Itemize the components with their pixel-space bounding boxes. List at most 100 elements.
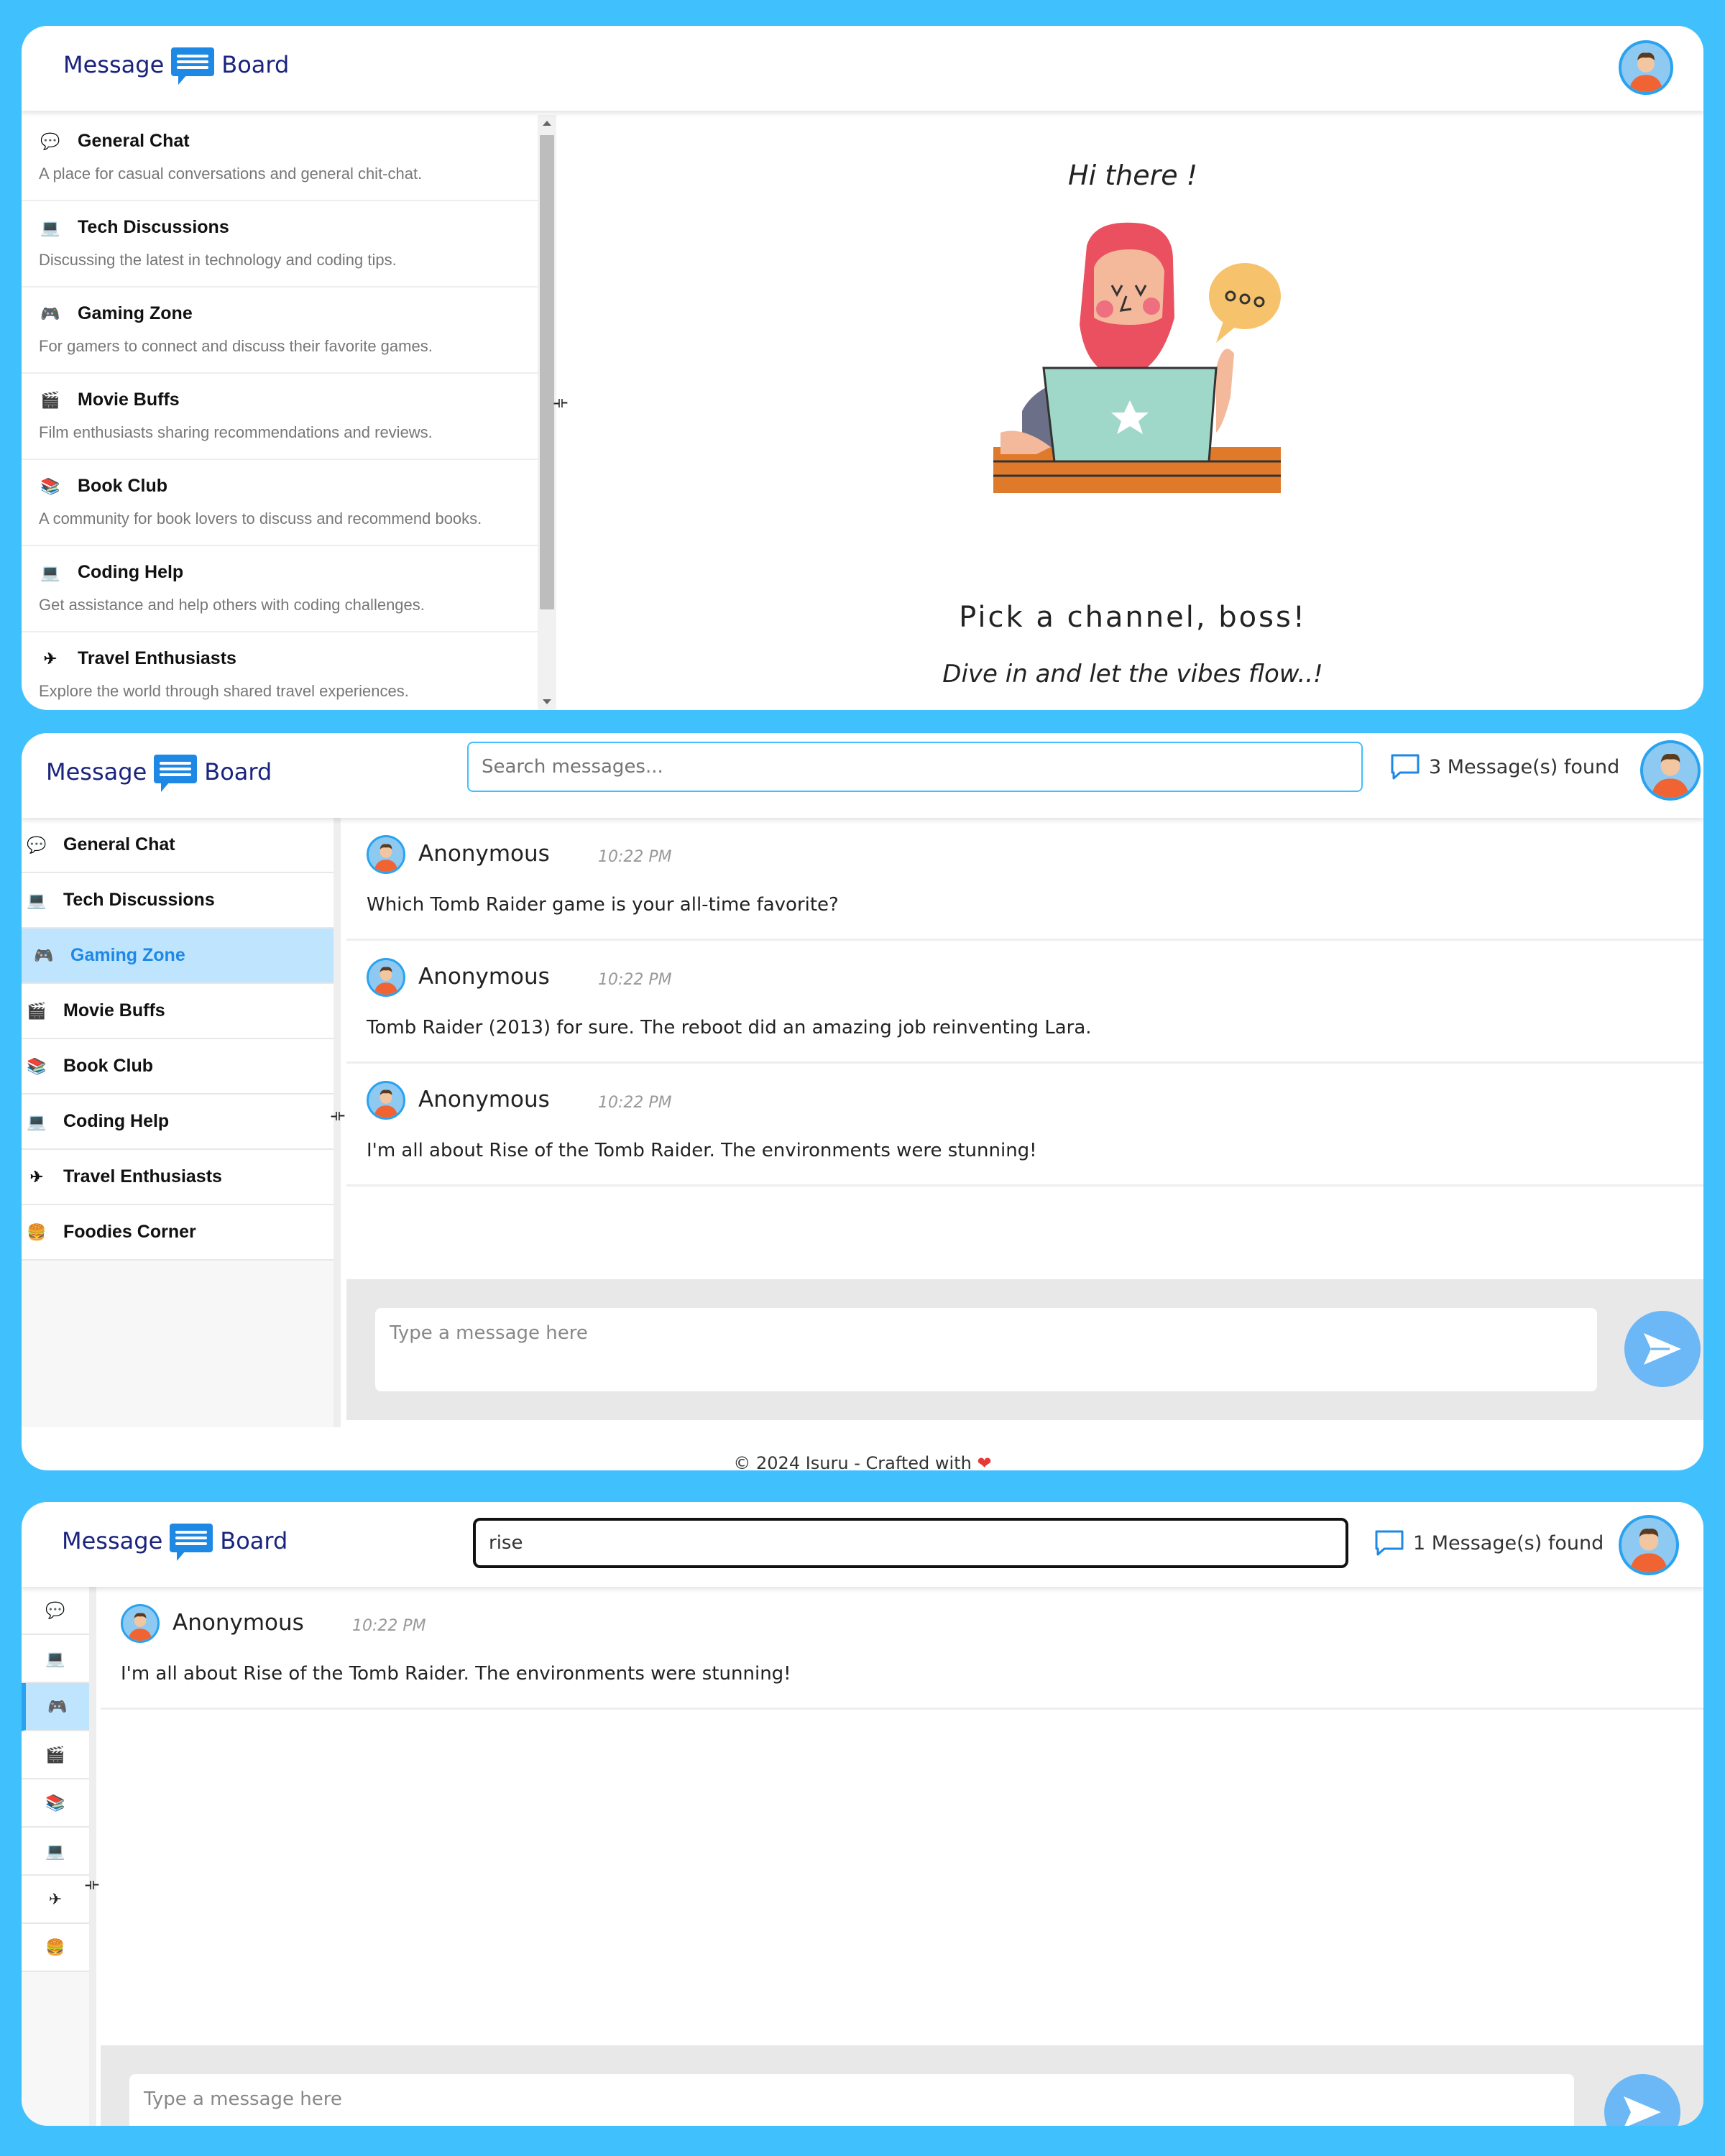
sidebar-item-tech-discussions[interactable]: 💻 Tech Discussions: [22, 873, 334, 929]
message-item: Anonymous 10:22 PM I'm all about Rise of t…: [101, 1587, 1703, 1710]
books-icon: 📚: [27, 1056, 47, 1075]
welcome-area: Hi there ! Pick a channel, boss! Dive in…: [562, 115, 1703, 710]
sidebar-icon-gaming-zone[interactable]: 🎮: [22, 1683, 89, 1731]
sidebar-item-movie-buffs[interactable]: 🎬 Movie Buffs: [22, 984, 334, 1039]
channel-item-tech-discussions[interactable]: 💻 Tech Discussions Discussing the latest i…: [22, 201, 538, 287]
sidebar-item-coding-help[interactable]: 💻 Coding Help: [22, 1095, 334, 1150]
sidebar-icon-tech-discussions[interactable]: 💻: [22, 1635, 89, 1683]
message-avatar[interactable]: [121, 1604, 160, 1643]
user-avatar[interactable]: [1619, 40, 1673, 95]
channel-item-general-chat[interactable]: 💬 General Chat A place for casual conversa…: [22, 115, 538, 201]
app-logo[interactable]: Message Board: [62, 1524, 288, 1561]
computer-icon: 💻: [40, 218, 60, 236]
channel-list: 💬 General Chat A place for casual conversa…: [22, 115, 538, 710]
channel-item-coding-help[interactable]: 💻 Coding Help Get assistance and help othe…: [22, 546, 538, 632]
message-time: 10:22 PM: [598, 1094, 672, 1112]
channel-title: 🎮 Gaming Zone: [39, 303, 538, 324]
computer-icon: 💻: [27, 890, 47, 909]
message-time: 10:22 PM: [598, 971, 672, 989]
collapsed-channel-sidebar: 💬 💻 🎮 🎬 📚 💻 ✈ 🍔: [22, 1587, 96, 2126]
channel-name: Coding Help: [78, 562, 184, 582]
sidebar-item-travel-enthusiasts[interactable]: ✈ Travel Enthusiasts: [22, 1150, 334, 1205]
search-result-count: 1 Message(s) found: [1374, 1529, 1604, 1557]
channel-view: Message Board 3 Message(s) found 💬 Genera…: [22, 733, 1703, 1470]
books-icon: 📚: [45, 1793, 65, 1812]
channel-title: 📚 Book Club: [39, 476, 538, 497]
message-board-logo-icon: [170, 1524, 213, 1561]
computer-icon: 💻: [45, 1649, 65, 1667]
send-button[interactable]: [1604, 2074, 1680, 2126]
user-avatar[interactable]: [1640, 740, 1701, 801]
channel-name: General Chat: [63, 834, 175, 854]
welcome-view: Message Board 💬 General Chat A place for c…: [22, 26, 1703, 710]
channel-description: Discussing the latest in technology and …: [39, 251, 397, 269]
message-avatar[interactable]: [367, 835, 405, 874]
channel-item-book-club[interactable]: 📚 Book Club A community for book lovers to…: [22, 460, 538, 546]
message-author: Anonymous: [172, 1610, 304, 1636]
channel-item-travel-enthusiasts[interactable]: ✈ Travel Enthusiasts Explore the world thr…: [22, 632, 538, 710]
sidebar-icon-book-club[interactable]: 📚: [22, 1779, 89, 1828]
message-input[interactable]: Type a message here: [129, 2074, 1574, 2126]
message-time: 10:22 PM: [598, 848, 672, 866]
sidebar-item-foodies-corner[interactable]: 🍔 Foodies Corner: [22, 1205, 334, 1261]
logo-text-right: Board: [221, 51, 290, 78]
scroll-up-arrow-icon[interactable]: [543, 121, 551, 126]
channel-name: Book Club: [63, 1056, 153, 1076]
clapperboard-icon: 🎬: [40, 390, 60, 409]
sidebar-item-general-chat[interactable]: 💬 General Chat: [22, 818, 334, 873]
message-text: I'm all about Rise of the Tomb Raider. T…: [121, 1663, 791, 1685]
sidebar-item-book-club[interactable]: 📚 Book Club: [22, 1039, 334, 1095]
speech-bubble-icon: 💬: [27, 835, 47, 854]
sidebar-icon-movie-buffs[interactable]: 🎬: [22, 1731, 89, 1779]
channel-name: Tech Discussions: [63, 890, 215, 910]
channel-description: Explore the world through shared travel …: [39, 682, 409, 700]
airplane-icon: ✈: [48, 1889, 63, 1908]
channel-name: General Chat: [78, 131, 190, 151]
channel-name: Movie Buffs: [63, 1000, 165, 1021]
channel-description: A place for casual conversations and gen…: [39, 165, 423, 183]
channel-list-scrollbar[interactable]: [538, 115, 556, 710]
channel-title: 💻 Coding Help: [39, 562, 538, 583]
send-icon: [1624, 2096, 1661, 2126]
scroll-down-arrow-icon[interactable]: [543, 699, 551, 704]
sidebar-item-gaming-zone[interactable]: 🎮 Gaming Zone: [22, 929, 334, 984]
channel-name: Tech Discussions: [78, 217, 229, 237]
logo-text-right: Board: [220, 1527, 288, 1554]
airplane-icon: ✈: [29, 1167, 44, 1186]
message-avatar[interactable]: [367, 958, 405, 997]
message-time: 10:22 PM: [352, 1617, 426, 1635]
chat-bubble-icon: [1375, 1530, 1404, 1556]
channel-item-movie-buffs[interactable]: 🎬 Movie Buffs Film enthusiasts sharing rec…: [22, 374, 538, 460]
footer-text: © 2024 Isuru - Crafted with: [733, 1453, 972, 1470]
message-avatar[interactable]: [367, 1081, 405, 1120]
search-input[interactable]: [473, 1518, 1348, 1568]
sidebar-icon-foodies-corner[interactable]: 🍔: [22, 1924, 89, 1972]
found-count-text: 3 Message(s) found: [1429, 755, 1620, 778]
message-input[interactable]: Type a message here: [375, 1308, 1597, 1391]
channel-name: Gaming Zone: [70, 945, 185, 965]
channel-sidebar: 💬 General Chat 💻 Tech Discussions 🎮 Gaming Zo…: [22, 818, 341, 1427]
sidebar-icon-general-chat[interactable]: 💬: [22, 1587, 89, 1635]
channel-description: Get assistance and help others with codi…: [39, 596, 425, 614]
computer-icon: 💻: [45, 1841, 65, 1860]
app-header: Message Board 1 Message(s) found: [22, 1502, 1703, 1587]
message-board-logo-icon: [171, 47, 215, 85]
sidebar-icon-travel-enthusiasts[interactable]: ✈: [22, 1876, 89, 1924]
resize-handle-icon[interactable]: ⟛: [331, 1107, 345, 1125]
channel-item-gaming-zone[interactable]: 🎮 Gaming Zone For gamers to connect and di…: [22, 287, 538, 374]
user-avatar[interactable]: [1619, 1515, 1679, 1575]
search-input[interactable]: [467, 742, 1363, 792]
airplane-icon: ✈: [43, 649, 58, 668]
channel-name: Foodies Corner: [63, 1222, 196, 1242]
computer-icon: 💻: [27, 1112, 47, 1130]
sidebar-icon-coding-help[interactable]: 💻: [22, 1828, 89, 1876]
app-logo[interactable]: Message Board: [63, 47, 290, 85]
resize-handle-icon[interactable]: ⟛: [85, 1876, 99, 1894]
message-author: Anonymous: [418, 841, 550, 867]
channel-description: A community for book lovers to discuss a…: [39, 510, 482, 528]
send-button[interactable]: [1624, 1311, 1701, 1387]
channel-description: For gamers to connect and discuss their …: [39, 337, 433, 355]
app-logo[interactable]: Message Board: [46, 755, 272, 792]
burger-icon: 🍔: [45, 1938, 65, 1956]
scrollbar-thumb[interactable]: [540, 135, 554, 609]
